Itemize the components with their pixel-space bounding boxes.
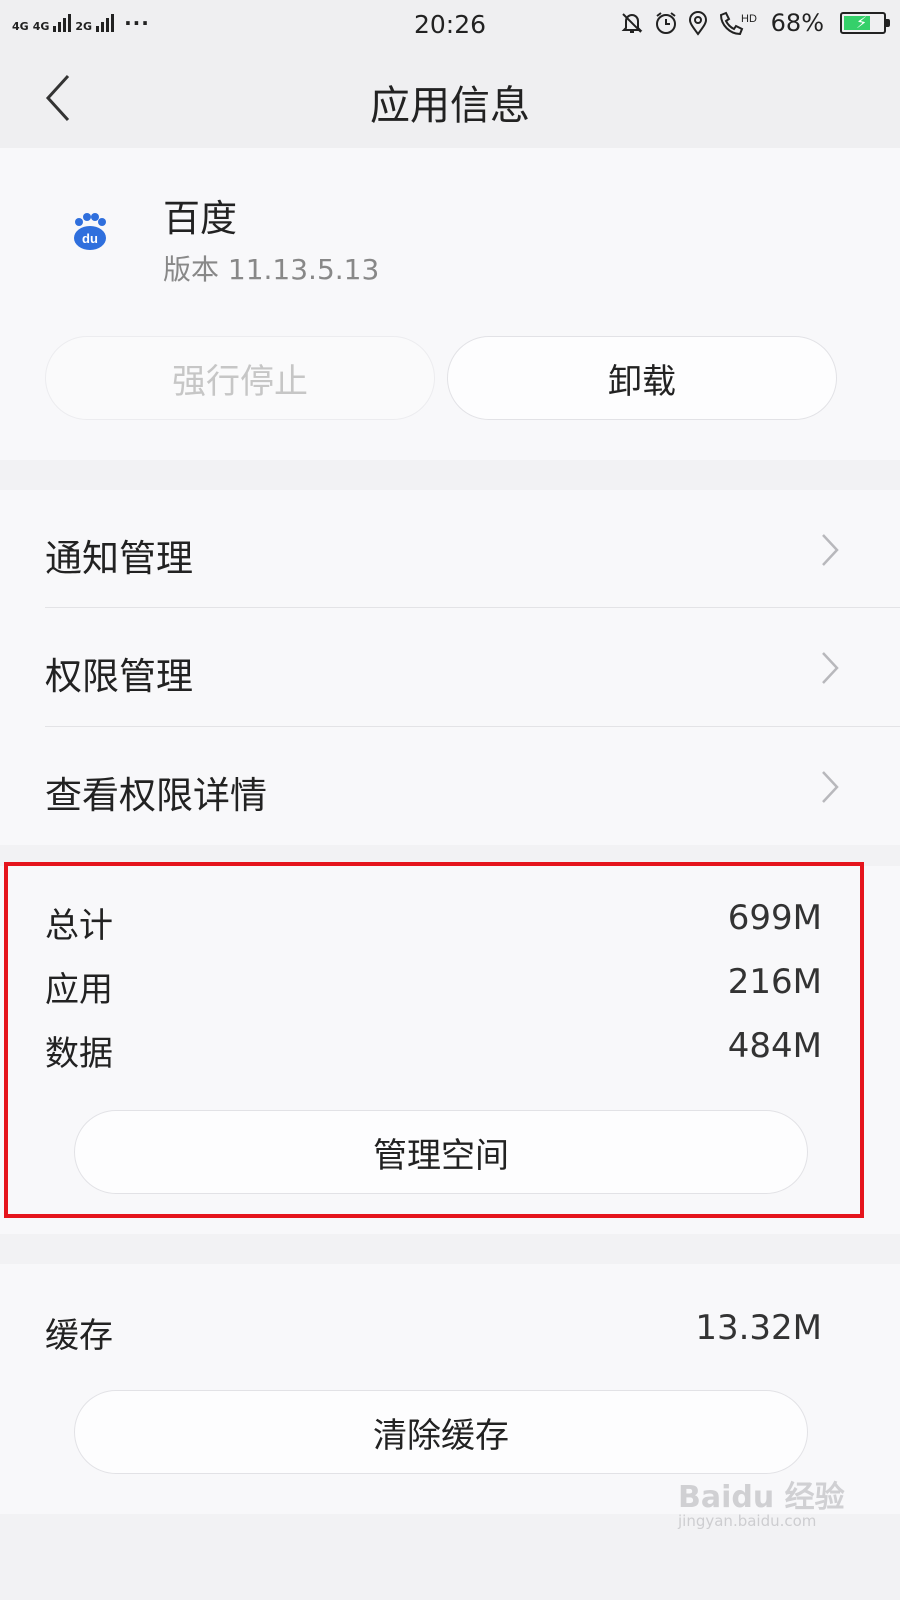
watermark-url: jingyan.baidu.com <box>678 1512 817 1530</box>
chevron-right-icon <box>822 771 839 803</box>
status-icons: HD 68% ⚡ <box>619 9 890 37</box>
chevron-right-icon <box>822 534 839 566</box>
permission-details-item[interactable]: 查看权限详情 <box>0 727 900 845</box>
uninstall-button[interactable]: 卸载 <box>447 336 837 420</box>
storage-value: 699M <box>727 898 822 938</box>
app-info-card: du 百度 版本 11.13.5.13 强行停止 卸载 <box>0 148 900 460</box>
notification-management-item[interactable]: 通知管理 <box>0 490 900 608</box>
cache-row: 缓存 13.32M <box>0 1308 900 1358</box>
chevron-right-icon <box>822 652 839 684</box>
app-icon-text: du <box>82 231 98 246</box>
alarm-icon <box>655 12 676 34</box>
charging-bolt-icon: ⚡ <box>856 13 868 32</box>
title-bar: 应用信息 <box>0 48 900 148</box>
cache-value: 13.32M <box>695 1308 822 1348</box>
baidu-app-icon: du <box>74 213 106 250</box>
storage-label: 数据 <box>45 1034 113 1074</box>
storage-app-row: 应用 216M <box>0 962 900 1012</box>
location-icon <box>688 11 707 36</box>
storage-card: 总计 699M 应用 216M 数据 484M 管理空间 <box>0 866 900 1234</box>
storage-data-row: 数据 484M <box>0 1026 900 1076</box>
storage-label: 总计 <box>45 906 113 946</box>
storage-label: 应用 <box>45 970 113 1010</box>
app-version: 版本 11.13.5.13 <box>163 253 380 286</box>
battery-icon: ⚡ <box>840 12 890 34</box>
manage-space-button[interactable]: 管理空间 <box>74 1110 808 1194</box>
hd-call-icon: HD <box>719 11 757 36</box>
baidu-jingyan-watermark: Baidu 经验 jingyan.baidu.com <box>678 1472 878 1536</box>
list-item-label: 通知管理 <box>45 537 193 580</box>
bell-mute-icon <box>621 13 643 33</box>
storage-total-row: 总计 699M <box>0 898 900 948</box>
list-item-label: 查看权限详情 <box>45 774 267 817</box>
list-item-label: 权限管理 <box>45 655 193 698</box>
page-title: 应用信息 <box>370 83 530 129</box>
watermark-brand: Baidu 经验 <box>678 1480 845 1515</box>
hd-label: HD <box>741 13 757 25</box>
battery-percent: 68% <box>770 9 824 37</box>
settings-list: 通知管理 权限管理 查看权限详情 <box>0 490 900 845</box>
clear-cache-button[interactable]: 清除缓存 <box>74 1390 808 1474</box>
cache-label: 缓存 <box>45 1316 113 1356</box>
app-name: 百度 <box>163 197 237 240</box>
storage-value: 216M <box>727 962 822 1002</box>
force-stop-button[interactable]: 强行停止 <box>45 336 435 420</box>
permission-management-item[interactable]: 权限管理 <box>0 608 900 726</box>
status-bar: 4G 4G 2G ··· 20:26 HD 68% ⚡ <box>0 0 900 48</box>
storage-value: 484M <box>727 1026 822 1066</box>
